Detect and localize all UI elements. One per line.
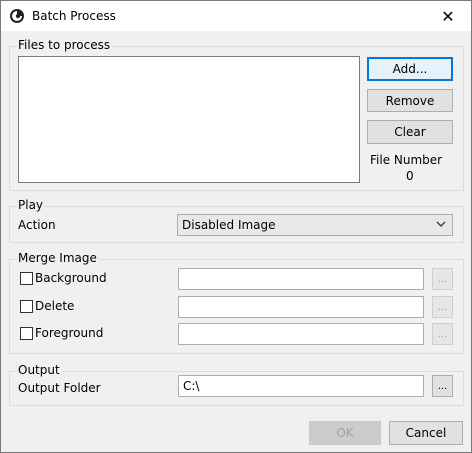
merge-group: Merge Image Background ... Delete ... Fo… — [9, 251, 464, 354]
batch-process-dialog: Batch Process ✕ Files to process Add... … — [0, 0, 472, 453]
output-folder-input[interactable]: C:\ — [178, 375, 424, 397]
foreground-label[interactable]: Foreground — [35, 326, 103, 340]
foreground-checkbox[interactable] — [20, 327, 33, 340]
delete-label[interactable]: Delete — [35, 299, 74, 313]
ok-button[interactable]: OK — [309, 421, 381, 445]
files-group-label: Files to process — [17, 38, 112, 52]
background-checkbox[interactable] — [20, 272, 33, 285]
background-path-input[interactable] — [178, 268, 424, 290]
file-number-value: 0 — [406, 169, 414, 183]
delete-checkbox[interactable] — [20, 300, 33, 313]
play-group: Play Action Disabled Image — [9, 198, 464, 243]
background-label[interactable]: Background — [35, 271, 107, 285]
files-group: Files to process Add... Remove Clear Fil… — [9, 38, 464, 191]
foreground-browse-button[interactable]: ... — [432, 323, 453, 345]
file-number-label: File Number — [370, 153, 443, 167]
remove-button[interactable]: Remove — [367, 89, 453, 112]
action-dropdown[interactable]: Disabled Image — [177, 214, 453, 236]
app-icon — [10, 9, 24, 23]
clear-button[interactable]: Clear — [367, 120, 453, 144]
action-dropdown-value: Disabled Image — [182, 218, 276, 232]
output-group-label: Output — [17, 363, 61, 377]
add-button[interactable]: Add... — [367, 57, 453, 81]
output-browse-button[interactable]: ... — [432, 375, 453, 397]
chevron-down-icon — [436, 221, 446, 227]
output-folder-label: Output Folder — [18, 381, 101, 395]
close-icon[interactable]: ✕ — [425, 1, 471, 31]
foreground-path-input[interactable] — [178, 323, 424, 345]
delete-path-input[interactable] — [178, 296, 424, 318]
window-title: Batch Process — [32, 9, 116, 23]
title-bar: Batch Process ✕ — [1, 1, 471, 31]
background-browse-button[interactable]: ... — [432, 268, 453, 290]
output-group: Output Output Folder C:\ ... — [9, 363, 464, 406]
action-label: Action — [18, 218, 56, 232]
files-listbox[interactable] — [18, 56, 360, 183]
delete-browse-button[interactable]: ... — [432, 296, 453, 318]
play-group-label: Play — [17, 198, 45, 212]
cancel-button[interactable]: Cancel — [389, 421, 463, 445]
merge-group-label: Merge Image — [17, 251, 98, 265]
